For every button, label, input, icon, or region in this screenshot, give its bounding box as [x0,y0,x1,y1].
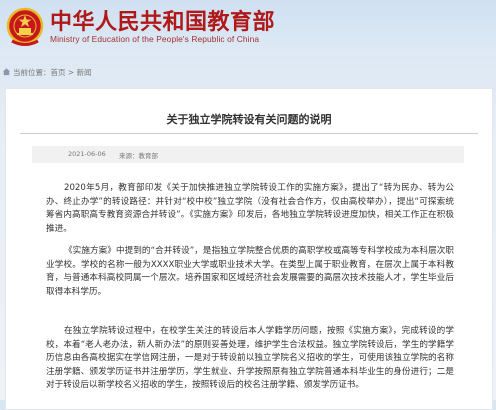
article-paragraph-3: 在独立学院转设过程中，在校学生关注的转设后本人学籍学历问题，按照《实施方案》，完… [46,326,454,390]
title-divider [20,133,478,134]
site-title[interactable]: 中华人民共和国教育部 [50,4,275,36]
breadcrumb: 当前位置：首页 > 新闻 [0,66,496,80]
home-icon [2,68,11,76]
breadcrumb-label: 当前位置： [13,68,51,77]
article-date: 2021-06-06 [68,150,106,158]
breadcrumb-trail: 当前位置：首页 > 新闻 [13,67,92,78]
article-paragraph-1: 2020年5月，教育部印发《关于加快推进独立学院转设工作的实施方案》，提出了“转… [46,183,454,234]
article-title: 关于独立学院转设有关问题的说明 [166,113,332,126]
site-subtitle: Ministry of Education of the People's Re… [50,34,260,44]
breadcrumb-home-link[interactable]: 首页 [51,68,66,77]
article-meta-bar: 2021-06-06 来源：教育部 [32,146,464,163]
article-paragraph-2: 《实施方案》中提到的“合并转设”，是指独立学院整合优质的高职学校或高等专科学校成… [46,246,454,297]
article-source: 来源：教育部 [119,152,158,160]
article-panel: 关于独立学院转设有关问题的说明 2021-06-06 来源：教育部 2020年5… [5,88,493,410]
national-emblem-icon[interactable] [6,7,44,47]
site-header: 中华人民共和国教育部 Ministry of Education of the … [0,0,496,56]
breadcrumb-news-link[interactable]: 新闻 [77,68,92,77]
breadcrumb-separator: > [65,68,77,77]
